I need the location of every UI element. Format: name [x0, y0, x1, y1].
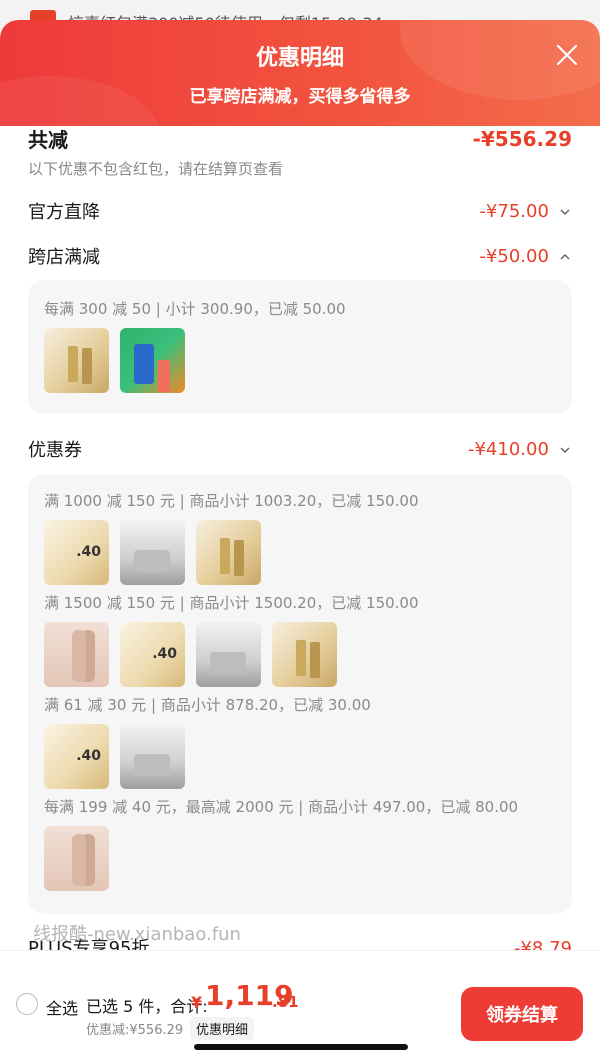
close-icon[interactable]	[556, 44, 578, 66]
chevron-down-icon[interactable]	[558, 445, 572, 455]
coupon-rule: 满 1000 减 150 元 | 商品小计 1003.20，已减 150.00	[44, 492, 419, 510]
total-discount-label: 共减	[28, 128, 68, 152]
coupon-rule: 满 1500 减 150 元 | 商品小计 1500.20，已减 150.00	[44, 594, 419, 612]
product-badge: .40	[76, 544, 101, 560]
chevron-up-icon[interactable]	[558, 252, 572, 262]
coupon-panel: 满 1000 减 150 元 | 商品小计 1003.20，已减 150.00 …	[28, 474, 572, 914]
official-discount-label: 官方直降	[28, 202, 100, 223]
sheet-subtitle: 已享跨店满减，买得多省得多	[189, 87, 411, 107]
cross-store-discount-label: 跨店满减	[28, 247, 100, 268]
official-discount-row[interactable]: 官方直降 -¥75.00	[28, 198, 572, 224]
coupon-products: .40	[44, 724, 185, 789]
watermark: 线报酷-new.xianbao.fun	[33, 924, 241, 945]
coupon-products	[44, 826, 109, 891]
cross-store-products	[44, 328, 185, 393]
product-thumbnail[interactable]	[120, 520, 185, 585]
sheet-title: 优惠明细	[255, 46, 344, 71]
product-thumbnail[interactable]	[120, 724, 185, 789]
chevron-down-icon[interactable]	[558, 207, 572, 217]
product-thumbnail[interactable]	[196, 622, 261, 687]
currency-symbol: ¥	[191, 993, 203, 1012]
home-indicator	[194, 1044, 408, 1050]
selected-count-text: 已选 5 件，合计:	[86, 997, 208, 1016]
product-thumbnail[interactable]: .40	[44, 520, 109, 585]
sheet-header: 优惠明细 已享跨店满减，买得多省得多	[0, 20, 600, 126]
official-discount-amount-wrap: -¥75.00	[479, 201, 572, 222]
product-thumbnail[interactable]	[196, 520, 261, 585]
product-thumbnail[interactable]	[44, 826, 109, 891]
product-thumbnail[interactable]	[44, 328, 109, 393]
discount-note: 以下优惠不包含红包，请在结算页查看	[28, 160, 284, 178]
cross-store-rule: 每满 300 减 50 | 小计 300.90，已减 50.00	[44, 300, 346, 318]
select-all-radio[interactable]	[16, 993, 38, 1015]
total-discount-amount: -¥556.29	[472, 126, 572, 151]
coupon-discount-amount: -¥410.00	[467, 438, 549, 460]
checkout-button[interactable]: 领券结算	[461, 987, 583, 1041]
product-thumbnail[interactable]	[272, 622, 337, 687]
cross-store-discount-amount-wrap: -¥50.00	[479, 246, 572, 267]
checkout-bar: 全选 已选 5 件，合计: ¥ 1,119 .81 优惠减:¥556.29 优惠…	[0, 950, 600, 1041]
coupon-products: .40	[44, 622, 337, 687]
total-discount-row: 共减 -¥556.29	[28, 124, 572, 153]
coupon-rule: 每满 199 减 40 元，最高减 2000 元 | 商品小计 497.00，已…	[44, 798, 519, 816]
coupon-rule: 满 61 减 30 元 | 商品小计 878.20，已减 30.00	[44, 696, 371, 714]
official-discount-amount: -¥75.00	[479, 200, 549, 222]
discount-summary: 优惠减:¥556.29	[86, 1023, 184, 1038]
total-price-decimal: .81	[272, 993, 299, 1011]
cross-store-panel: 每满 300 减 50 | 小计 300.90，已减 50.00	[28, 280, 572, 414]
product-badge: .40	[152, 646, 177, 662]
cross-store-discount-row[interactable]: 跨店满减 -¥50.00	[28, 243, 572, 269]
product-badge: .40	[76, 748, 101, 764]
coupon-products: .40	[44, 520, 261, 585]
cross-store-discount-amount: -¥50.00	[479, 245, 549, 267]
discount-detail-link[interactable]: 优惠明细	[190, 1017, 255, 1040]
product-thumbnail[interactable]	[44, 622, 109, 687]
product-thumbnail[interactable]: .40	[120, 622, 185, 687]
coupon-discount-row[interactable]: 优惠券 -¥410.00	[28, 436, 572, 462]
discount-detail-sheet: 优惠明细 已享跨店满减，买得多省得多 共减 -¥556.29 以下优惠不包含红包…	[0, 20, 600, 1062]
select-all-label[interactable]: 全选	[46, 995, 78, 1019]
product-thumbnail[interactable]: .40	[44, 724, 109, 789]
product-thumbnail[interactable]	[120, 328, 185, 393]
coupon-discount-label: 优惠券	[28, 440, 82, 461]
coupon-discount-amount-wrap: -¥410.00	[468, 439, 572, 460]
plus-discount-amount: -¥8.79	[513, 938, 572, 950]
